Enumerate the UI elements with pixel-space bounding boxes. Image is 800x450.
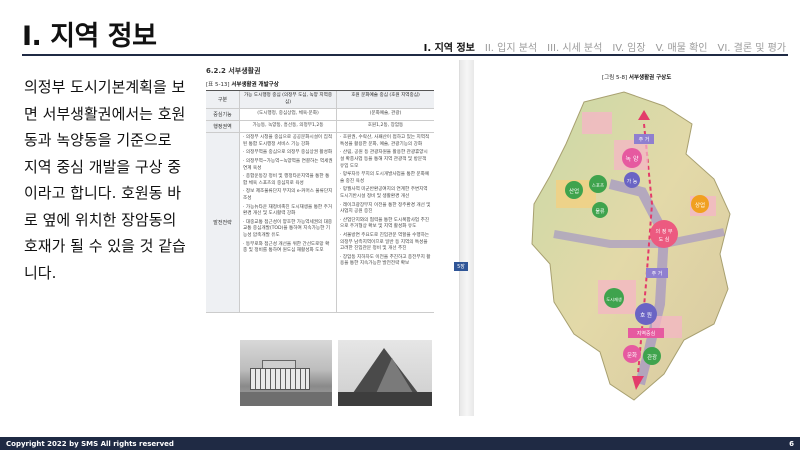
nav-item-conclusion[interactable]: VI. 결론 및 평가: [717, 39, 786, 54]
table-caption-number: [표 5-13]: [206, 82, 230, 88]
nav-item-region-info[interactable]: I. 지역 정보: [424, 39, 475, 54]
map-label: 산업: [569, 187, 579, 195]
plan-document-right-page: [그림 5-8] 서부생활권 구상도 녹 양 가 능 산업 스포츠 물류 의 정…: [474, 60, 790, 416]
list-item: · 레이크광장부지 이전을 통한 정주환경 개선 및 사업지 공원 증진: [340, 202, 431, 215]
figure-caption-number: [그림 5-8]: [602, 75, 628, 81]
map-label: 상업: [695, 201, 705, 209]
page-fold: [460, 60, 474, 416]
map-label: 문화: [627, 352, 637, 359]
map-label: 녹 양: [626, 155, 639, 163]
map-label: 도시재생: [606, 296, 622, 303]
table-row: 구분 가능 도시행정 중심 (의정부 도심, 녹양 지역중심) 호원 문화예술 …: [206, 91, 434, 110]
map-label: 주 거: [639, 136, 650, 143]
list-item: · 종합운동장 정비 및 행정타운지역을 통한 통합 체육 스포츠의 중심지로 …: [243, 174, 330, 186]
nav-item-location-analysis[interactable]: II. 입지 분석: [485, 39, 537, 54]
table-cell: 호원1,2동, 장암동: [367, 123, 404, 129]
table-row: 발전전략 · 의정부 시청을 중심으로 공공문화시설이 집적된 통합 도시행정 …: [206, 133, 434, 314]
body-paragraph: 의정부 도시기본계획을 보면 서부생활권에서는 호원동과 녹양동을 기준으로 지…: [24, 78, 186, 282]
west-zone-plan-map: 녹 양 가 능 산업 스포츠 물류 의 정 부 도 심 상업 주 거 도시재생 …: [531, 91, 731, 401]
table-row: 중심기능 (도시행정, 중심상업, 체육·문화) (문화예술, 관광): [206, 109, 434, 122]
nav-item-price-analysis[interactable]: III. 시세 분석: [547, 39, 602, 54]
section-nav: I. 지역 정보 II. 입지 분석 III. 시세 분석 IV. 임장 V. …: [424, 39, 786, 54]
figure-caption: [그림 5-8] 서부생활권 구상도: [602, 73, 671, 81]
page-number: 6: [789, 439, 794, 448]
table-cell: (문화예술, 관광): [369, 111, 402, 117]
map-label: 관광: [647, 353, 657, 361]
map-label: 가 능: [627, 178, 638, 185]
list-item: · 장암동 지하차도 이전을 추진하고 종전부지 활용을 통한 지속가능한 발전…: [340, 254, 431, 267]
development-plan-table: 구분 가능 도시행정 중심 (의정부 도심, 녹양 지역중심) 호원 문화예술 …: [206, 90, 434, 314]
strategy-list-right: · 호원권, 수락산, 사패산이 접하고 있는 지역적 특성을 활용한 문화, …: [337, 133, 434, 312]
list-item: · 대중교통 접근성이 양호한 가능역세권의 대중교통 중심개발(TOD)을 통…: [243, 219, 333, 238]
nav-item-listing-check[interactable]: V. 매물 확인: [656, 39, 708, 54]
list-item: · 정보 제조물류단지 부지의 e-커머스 물류단지 조성: [243, 189, 333, 201]
list-item: · 가능뉴타운 재정비촉진 도시재생을 통한 주거환경 개선 및 도시활력 강화: [243, 204, 333, 217]
city-hall-photo: [240, 340, 332, 406]
title-divider: [22, 54, 788, 56]
table-caption: [표 5-13] 서부생활권 개발구상: [206, 80, 279, 88]
list-item: · 산업단지와의 협력을 통한 도시복합사업 추진으로 주거형상 확보 및 지역…: [340, 217, 430, 230]
list-item: · 망월사역 미군반환공여지의 연계한 주변지역 도시기반시설 정비 및 생활환…: [340, 187, 428, 199]
strategy-list-left: · 의정부 시청을 중심으로 공공문화시설이 집적된 통합 도시행정 서비스 기…: [240, 133, 337, 313]
section-title: 6.2.2 서부생활권: [206, 67, 261, 75]
table-caption-title: 서부생활권 개발구상: [231, 82, 279, 88]
list-item: · 의정부역~가능역~녹양역을 연결하는 역세권 연계 육성: [243, 158, 333, 171]
map-label: 호 원: [640, 311, 652, 319]
list-item: · 산림, 공원 등 관광자원을 활용한 관광휴양시설 확충사업 등을 통해 지…: [340, 150, 428, 169]
mountain-photo: [338, 340, 432, 406]
table-row-label: 행정권역: [206, 121, 240, 133]
map-label: 스포츠: [592, 183, 604, 189]
chapter-tab: 5장: [454, 262, 468, 271]
table-cell: (도시행정, 중심상업, 체육·문화): [240, 109, 337, 121]
table-header-cell: 구분: [206, 91, 240, 109]
figure-caption-title: 서부생활권 구상도: [628, 75, 672, 81]
list-item: · 망루자유 부지의 도시개발사업을 통한 문화예술 중진 육성: [340, 172, 430, 184]
copyright-text: Copyright 2022 by SMS All rights reserve…: [6, 439, 174, 448]
map-label: 의 정 부: [656, 228, 673, 235]
footer-bar: Copyright 2022 by SMS All rights reserve…: [0, 437, 800, 450]
nav-item-site-visit[interactable]: IV. 임장: [612, 39, 645, 54]
table-row-label: 발전전략: [206, 133, 240, 313]
map-label: 물류: [595, 209, 605, 215]
table-header-cell: 가능 도시행정 중심 (의정부 도심, 녹양 지역중심): [240, 91, 337, 109]
plan-document-left-page: 6.2.2 서부생활권 [표 5-13] 서부생활권 개발구상 구분 가능 도시…: [198, 60, 460, 416]
map-label: 지역중심: [637, 330, 655, 337]
zone-block: [582, 112, 612, 134]
table-row: 행정권역 가능동, 녹양동, 흥선동, 의정부1,2동 호원1,2동, 장암동: [206, 121, 434, 134]
table-row-label: 중심기능: [206, 109, 240, 121]
list-item: · 호원권, 수락산, 사패산이 접하고 있는 지역적 특성을 활용한 문화, …: [340, 135, 430, 147]
table-header-cell: 호원 문화예술 중심 (호원 지역중심): [337, 91, 434, 109]
list-item: · 의정부 시청을 중심으로 공공문화시설이 집적된 통합 도시행정 서비스 기…: [243, 135, 333, 147]
list-item: · 동부로와 접근성 개선을 위한 간선도로망 확충 및 정비를 통하여 원도심…: [243, 241, 330, 254]
page-title: I. 지역 정보: [22, 21, 157, 52]
list-item: · 서울방면 주요도로 진입관문 역할을 수행하는 의정부 남측지역이므로 일반…: [340, 232, 430, 252]
table-cell: 가능동, 녹양동, 흥선동, 의정부1,2동: [240, 121, 337, 133]
list-item: · 의정부역을 중심으로 의정부 중심상권 활성화: [243, 150, 333, 156]
map-label: 주 거: [652, 270, 663, 277]
map-label: 도 심: [659, 236, 670, 243]
